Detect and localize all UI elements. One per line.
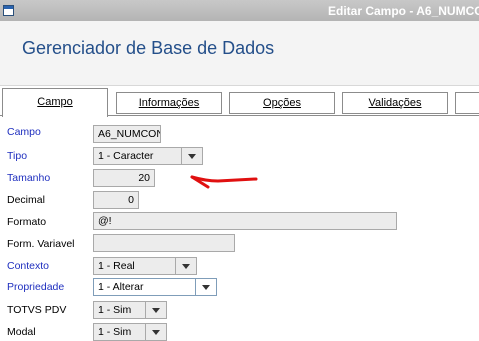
tipo-value: 1 - Caracter [98,150,154,162]
page-header: Gerenciador de Base de Dados [0,21,479,85]
tab-opcoes[interactable]: Opções [229,92,335,114]
totvs-pdv-select[interactable]: 1 - Sim [93,301,167,319]
formato-field[interactable]: @! [93,212,397,230]
chevron-down-icon [202,284,210,290]
campo-label: Campo [7,126,41,138]
chevron-down-icon [188,153,196,159]
tamanho-field[interactable]: 20 [93,169,155,187]
modal-value: 1 - Sim [98,326,132,338]
tipo-select[interactable]: 1 - Caracter [93,147,203,165]
form-variavel-field[interactable] [93,234,235,252]
tab-more[interactable] [455,92,479,114]
annotation-arrow-icon [190,175,258,189]
field-form: Campo A6_NUMCON Tipo 1 - Caracter Tamanh… [0,116,479,341]
contexto-select[interactable]: 1 - Real [93,257,197,275]
tipo-label: Tipo [7,150,28,162]
tab-validacoes[interactable]: Validações [342,92,448,114]
propriedade-select[interactable]: 1 - Alterar [93,278,217,296]
tab-informacoes[interactable]: Informações [116,92,222,114]
chevron-down-icon [152,329,160,335]
modal-dropdown-button[interactable] [145,324,166,340]
modal-label: Modal [7,326,36,338]
window-title: Editar Campo - A6_NUMCON [328,4,479,18]
title-bar: Editar Campo - A6_NUMCON [0,0,479,21]
contexto-value: 1 - Real [98,260,135,272]
propriedade-dropdown-button[interactable] [195,279,216,295]
tipo-dropdown-button[interactable] [181,148,202,164]
formato-label: Formato [7,216,47,228]
contexto-dropdown-button[interactable] [175,258,196,274]
contexto-label: Contexto [7,260,50,272]
chevron-down-icon [182,263,190,269]
form-variavel-label: Form. Variavel [7,238,75,250]
tamanho-label: Tamanho [7,172,51,184]
campo-field[interactable]: A6_NUMCON [93,125,161,143]
totvs-pdv-label: TOTVS PDV [7,304,67,316]
propriedade-label: Propriedade [7,281,65,293]
propriedade-value: 1 - Alterar [98,281,144,293]
modal-select[interactable]: 1 - Sim [93,323,167,341]
totvs-pdv-value: 1 - Sim [98,304,132,316]
totvs-pdv-dropdown-button[interactable] [145,302,166,318]
decimal-field[interactable]: 0 [93,191,139,209]
tab-bar: Campo Informações Opções Validações [0,85,479,117]
app-icon [3,5,14,16]
decimal-label: Decimal [7,194,45,206]
tab-campo[interactable]: Campo [2,88,108,117]
chevron-down-icon [152,307,160,313]
page-title: Gerenciador de Base de Dados [22,38,275,58]
